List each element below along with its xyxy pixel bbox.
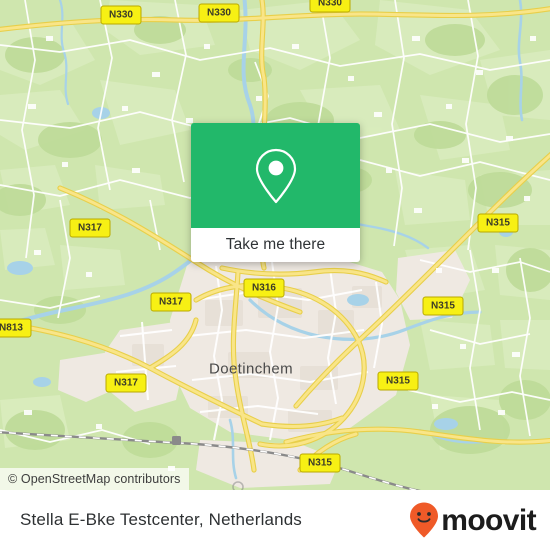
road-shield-label: N317 bbox=[78, 223, 102, 234]
road-shield: N813 bbox=[0, 318, 32, 338]
road-shield: N330 bbox=[309, 0, 351, 13]
road-shield-label: N330 bbox=[207, 8, 231, 19]
popup-icon-area bbox=[191, 123, 360, 228]
place-title: Stella E-Bke Testcenter, Netherlands bbox=[20, 510, 302, 529]
road-shield: N317 bbox=[105, 373, 147, 393]
road-shield-label: N315 bbox=[486, 218, 510, 229]
location-popup-card[interactable]: Take me there bbox=[191, 123, 360, 262]
take-me-there-label: Take me there bbox=[225, 236, 326, 253]
road-shield-label: N315 bbox=[386, 376, 410, 387]
map-pin-icon bbox=[255, 148, 296, 203]
road-shield: N315 bbox=[377, 371, 419, 391]
road-shield: N317 bbox=[69, 218, 111, 238]
road-shield-label: N330 bbox=[109, 10, 133, 21]
road-shield-label: N813 bbox=[0, 323, 23, 334]
road-shield-label: N317 bbox=[114, 378, 138, 389]
road-shield-label: N317 bbox=[159, 297, 183, 308]
road-shield: N315 bbox=[299, 453, 341, 473]
road-shield-label: N315 bbox=[431, 301, 455, 312]
road-shield-label: N330 bbox=[318, 0, 342, 9]
moovit-logo: moovit bbox=[408, 501, 537, 539]
road-shield: N315 bbox=[477, 213, 519, 233]
road-shield: N330 bbox=[198, 3, 240, 23]
city-label-doetinchem: Doetinchem bbox=[209, 361, 293, 378]
osm-attribution[interactable]: © OpenStreetMap contributors bbox=[0, 468, 189, 490]
road-shield: N317 bbox=[150, 292, 192, 312]
road-shield: N315 bbox=[422, 296, 464, 316]
road-shield-label: N315 bbox=[308, 458, 332, 469]
footer-bar: Stella E-Bke Testcenter, Netherlands moo… bbox=[0, 490, 550, 550]
map-canvas[interactable]: N330 N330 N330 N317 N317 N317 N813 N316 … bbox=[0, 0, 550, 490]
moovit-pin-icon bbox=[410, 502, 439, 538]
road-shield-label: N316 bbox=[252, 283, 276, 294]
road-shield: N316 bbox=[243, 278, 285, 298]
popup-action-bar[interactable]: Take me there bbox=[191, 228, 360, 262]
road-shield: N330 bbox=[100, 5, 142, 25]
moovit-map-screenshot: N330 N330 N330 N317 N317 N317 N813 N316 … bbox=[0, 0, 550, 550]
moovit-wordmark: moovit bbox=[441, 503, 536, 537]
